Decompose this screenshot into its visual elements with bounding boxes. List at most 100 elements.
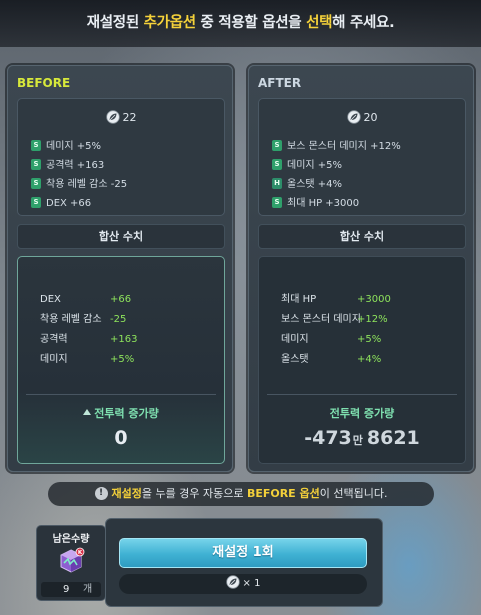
sum-value: +66 [110,294,132,305]
instruction-highlight-select: 선택 [306,15,333,31]
remaining-count-value: 9 [63,584,70,595]
before-gain-value: 0 [114,427,128,449]
gain-value-part: 8621 [366,427,420,449]
notice-text: 을 누를 경우 자동으로 [141,487,247,500]
gain-label-text: 전투력 증가량 [94,407,159,420]
reset-once-button[interactable]: 재설정 1회 [119,538,367,568]
option-line: H 올스탯 +4% [272,175,459,194]
grade-badge: S [31,177,41,189]
reset-cost-amount: × 1 [242,578,261,589]
auto-select-notice: ! 재설정을 누를 경우 자동으로 BEFORE 옵션이 선택됩니다. [48,482,434,506]
sum-value: +5% [110,354,135,365]
reset-action-box: 재설정 1회 × 1 [105,518,383,607]
sum-row: DEX +66 [18,290,224,310]
before-sum-box: DEX +66 착용 레벨 감소 -25 공격력 +163 데미지 +5% 전투력 증가… [17,256,225,464]
option-text: 공격력 +163 [46,160,105,171]
option-text: 최대 HP +3000 [287,198,360,209]
sum-row: 공격력 +163 [18,330,224,350]
cube-icon: K [60,547,85,573]
after-panel[interactable]: AFTER 20 S 보스 몬스터 데미지 +12% S 데미지 +5% H 올스탯 … [248,65,474,472]
info-icon: ! [94,486,108,500]
grade-badge: S [31,158,41,170]
sum-key: 데미지 [281,334,309,345]
leaf-icon [346,110,361,124]
option-text: 보스 몬스터 데미지 +12% [287,141,401,152]
arrow-up-icon [83,409,92,415]
leaf-icon [105,110,120,124]
grade-badge: S [31,139,41,151]
sum-value: +163 [110,334,138,345]
sum-row: 데미지 +5% [259,330,465,350]
after-title: AFTER [258,76,302,90]
after-leaf-count: 20 [363,111,378,124]
remaining-label: 남은수량 [52,534,90,545]
sum-row: 최대 HP +3000 [259,290,465,310]
gain-value-part: -473 [304,427,352,449]
sum-key: 올스탯 [281,354,309,365]
leaf-icon [225,575,240,589]
divider [26,394,216,395]
option-text: DEX +66 [46,198,92,209]
option-text: 데미지 +5% [287,160,343,171]
after-gain-value: -473만 8621 [259,427,465,449]
option-text: 착용 레벨 감소 -25 [46,179,128,190]
option-line: S 착용 레벨 감소 -25 [31,175,218,194]
grade-badge: S [31,196,41,208]
svg-text:K: K [78,550,83,556]
instruction-text-end: 해 주세요. [332,15,395,31]
sum-row: 착용 레벨 감소 -25 [18,310,224,330]
before-option-list: S 데미지 +5% S 공격력 +163 S 착용 레벨 감소 -25 S DEX +6… [31,137,218,213]
before-leaf-count: 22 [122,111,137,124]
remaining-count-unit: 개 [83,584,93,595]
option-line: S 보스 몬스터 데미지 +12% [272,137,459,156]
sum-key: 공격력 [40,334,68,345]
grade-badge: H [272,177,282,189]
after-sum-label: 합산 수치 [258,224,466,249]
remaining-quantity-box: 남은수량 K 9 개 [36,525,106,601]
sum-key: 최대 HP [281,294,317,305]
option-text: 데미지 +5% [46,141,102,152]
notice-highlight-reset: 재설정 [111,487,142,500]
remaining-count: 9 개 [41,582,101,597]
before-option-header: 22 [18,110,224,126]
sum-value: +5% [357,334,382,345]
after-sum-box: 최대 HP +3000 보스 몬스터 데미지 +12% 데미지 +5% 올스탯 +4% … [258,256,466,464]
instruction-highlight-additional-option: 추가옵션 [143,15,196,31]
sum-value: -25 [110,314,127,325]
notice-highlight-before: BEFORE 옵션 [246,487,320,500]
instruction-text: 재설정된 [86,15,144,31]
after-option-list: S 보스 몬스터 데미지 +12% S 데미지 +5% H 올스탯 +4% S 최대 H… [272,137,459,213]
reset-cost: × 1 [119,574,367,594]
after-gain-label: 전투력 증가량 [329,407,395,420]
option-line: S 최대 HP +3000 [272,194,459,213]
divider [267,394,457,395]
sum-key: 보스 몬스터 데미지 [281,314,361,325]
sum-row: 보스 몬스터 데미지 +12% [259,310,465,330]
option-line: S 데미지 +5% [272,156,459,175]
before-options-box: 22 S 데미지 +5% S 공격력 +163 S 착용 레벨 감소 -25 S DEX… [17,98,225,216]
before-sum-label: 합산 수치 [17,224,225,249]
sum-key: 착용 레벨 감소 [40,314,102,325]
notice-text-end: 이 선택됩니다. [319,487,388,500]
grade-badge: S [272,139,282,151]
gain-value-unit: 만 [352,434,363,447]
sum-value: +12% [357,314,388,325]
option-line: S 데미지 +5% [31,137,218,156]
sum-key: 데미지 [40,354,68,365]
option-line: S 공격력 +163 [31,156,218,175]
instruction-banner: 재설정된 추가옵션 중 적용할 옵션을 선택해 주세요. [0,0,481,47]
sum-row: 데미지 +5% [18,350,224,370]
before-gain-label: 전투력 증가량 [18,405,224,421]
sum-value: +3000 [357,294,391,305]
grade-badge: S [272,158,282,170]
sum-key: DEX [40,294,61,305]
option-line: S DEX +66 [31,194,218,213]
grade-badge: S [272,196,282,208]
before-panel[interactable]: BEFORE 22 S 데미지 +5% S 공격력 +163 S 착용 레벨 감소 -… [7,65,233,472]
after-options-box: 20 S 보스 몬스터 데미지 +12% S 데미지 +5% H 올스탯 +4% S최… [258,98,466,216]
sum-value: +4% [357,354,382,365]
before-title: BEFORE [17,76,71,90]
sum-row: 올스탯 +4% [259,350,465,370]
instruction-text-mid: 중 적용할 옵션을 [195,15,307,31]
after-option-header: 20 [259,110,465,126]
